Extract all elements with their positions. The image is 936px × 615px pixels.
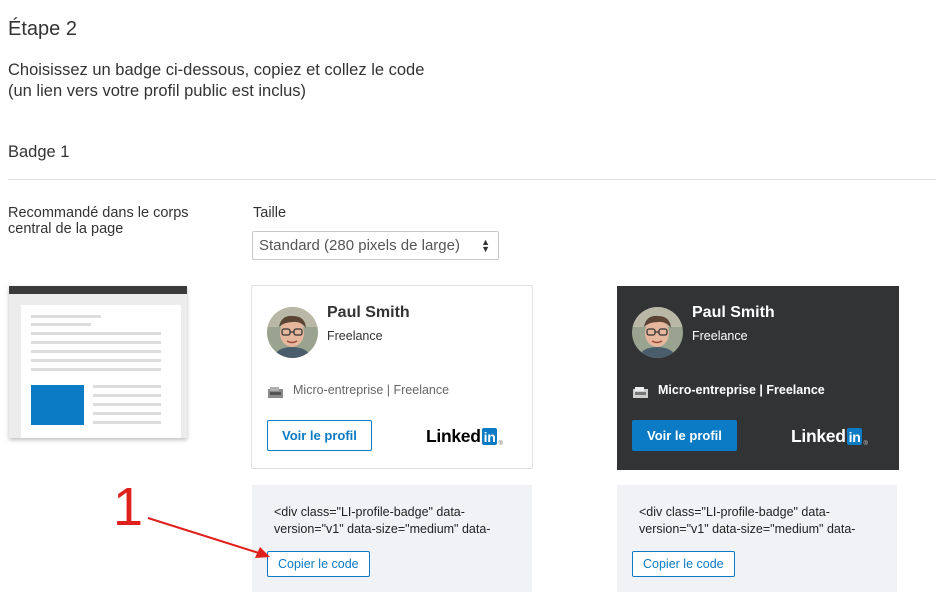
linkedin-logo[interactable]: Linked in ® (791, 426, 868, 447)
badge-heading: Badge 1 (8, 143, 70, 161)
size-select[interactable]: Standard (280 pixels de large) ▲ ▼ (252, 231, 499, 260)
section-divider (8, 179, 936, 180)
view-profile-button[interactable]: Voir le profil (267, 420, 372, 451)
badge-preview-light: Paul Smith Freelance Micro-entreprise | … (251, 285, 533, 469)
code-snippet[interactable]: <div class="LI-profile-badge" data- vers… (639, 504, 884, 538)
illustration-line (93, 394, 161, 397)
chevron-updown-icon: ▲ ▼ (481, 237, 490, 254)
illustration-badge-block (31, 385, 84, 425)
linkedin-logo[interactable]: Linked in ® (426, 426, 503, 447)
code-box-dark: <div class="LI-profile-badge" data- vers… (617, 485, 897, 592)
illustration-line (31, 350, 161, 353)
illustration-line (93, 385, 161, 388)
profile-company: Micro-entreprise | Freelance (658, 383, 825, 397)
instructions-line-2: (un lien vers votre profil public est in… (8, 82, 307, 100)
profile-role: Freelance (327, 329, 383, 343)
illustration-header-bar (9, 286, 187, 294)
company-icon (268, 385, 283, 398)
profile-name: Paul Smith (692, 304, 775, 321)
copy-code-button[interactable]: Copier le code (267, 551, 370, 577)
illustration-line (31, 315, 101, 318)
illustration-line (31, 332, 161, 335)
illustration-line (31, 368, 161, 371)
instructions-line-1: Choisissez un badge ci-dessous, copiez e… (8, 61, 425, 79)
linkedin-logo-text: Linked (791, 426, 846, 446)
illustration-line (31, 341, 161, 344)
size-label: Taille (253, 205, 287, 221)
registered-mark: ® (863, 441, 868, 447)
company-icon (633, 385, 648, 398)
illustration-page (21, 305, 181, 438)
profile-role: Freelance (692, 329, 748, 343)
instructions: Choisissez un badge ci-dessous, copiez e… (8, 60, 424, 102)
illustration-line (93, 403, 161, 406)
registered-mark: ® (498, 441, 503, 447)
avatar (632, 307, 683, 358)
illustration-line (31, 323, 91, 326)
profile-company: Micro-entreprise | Freelance (293, 383, 450, 397)
avatar (267, 307, 318, 358)
illustration-line (31, 359, 161, 362)
linkedin-logo-text: Linked (426, 426, 481, 446)
view-profile-button[interactable]: Voir le profil (632, 420, 737, 451)
page-layout-illustration (9, 286, 187, 438)
annotation-number: 1 (113, 477, 144, 537)
code-box-light: <div class="LI-profile-badge" data- vers… (252, 485, 532, 592)
copy-code-button[interactable]: Copier le code (632, 551, 735, 577)
code-snippet[interactable]: <div class="LI-profile-badge" data- vers… (274, 504, 519, 538)
red-arrow-icon (147, 517, 270, 558)
illustration-line (93, 421, 161, 424)
linkedin-logo-in: in (846, 428, 863, 445)
illustration-line (93, 412, 161, 415)
profile-name: Paul Smith (327, 304, 410, 321)
badge-preview-dark: Paul Smith Freelance Micro-entreprise | … (617, 286, 899, 470)
placement-description: Recommandé dans le corps central de la p… (8, 205, 189, 237)
linkedin-logo-in: in (481, 428, 498, 445)
size-select-value: Standard (280 pixels de large) (259, 237, 460, 254)
step-title: Étape 2 (8, 18, 77, 40)
